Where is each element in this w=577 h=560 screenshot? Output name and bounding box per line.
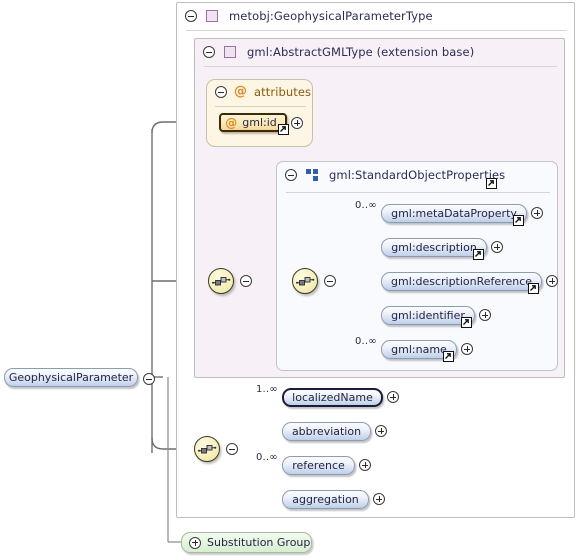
collapse-icon-outer[interactable] (185, 10, 197, 22)
group-box-label: gml:StandardObjectProperties (329, 168, 506, 182)
expand-icon-gml-id[interactable] (291, 117, 303, 129)
collapse-icon-base-sequence[interactable] (240, 275, 252, 287)
element-node[interactable]: reference (282, 455, 355, 475)
sequence-compositor-local[interactable] (194, 436, 220, 462)
element-node-geophysical-parameter[interactable]: GeophysicalParameter (4, 368, 138, 387)
attribute-at-icon: @ (234, 84, 247, 99)
element-node-label: gml:name (391, 342, 447, 356)
schema-diagram-canvas: metobj:GeophysicalParameterType gml:Abst… (0, 0, 577, 560)
element-node[interactable]: gml:metaDataProperty (381, 203, 527, 223)
expand-icon[interactable] (531, 207, 543, 219)
attribute-node-label: gml:id (242, 116, 277, 129)
sequence-compositor-standard-props[interactable] (292, 268, 318, 294)
element-node-label: gml:metaDataProperty (391, 206, 517, 220)
collapse-icon-standard-props-sequence[interactable] (324, 275, 336, 287)
extension-base-label: gml:AbstractGMLType (extension base) (247, 45, 475, 59)
element-node-label: gml:description (391, 240, 477, 254)
element-node[interactable]: gml:description (381, 237, 487, 257)
reference-arrow-icon[interactable] (473, 249, 484, 260)
attributes-header: @ attributes (207, 80, 314, 104)
element-node[interactable]: abbreviation (282, 421, 371, 441)
reference-arrow-icon[interactable] (528, 283, 539, 294)
element-node-label: aggregation (292, 492, 359, 506)
expand-icon[interactable] (491, 241, 503, 253)
reference-arrow-icon[interactable] (513, 215, 524, 226)
attribute-at-icon: @ (225, 115, 238, 130)
group-squares-icon (306, 169, 319, 181)
extension-base-header: gml:AbstractGMLType (extension base) (195, 39, 566, 65)
type-square-icon (206, 10, 218, 22)
cardinality-label: 0..∞ (354, 336, 377, 347)
collapse-icon-standard-object-properties[interactable] (285, 169, 297, 181)
header-divider (286, 192, 550, 193)
reference-arrow-icon[interactable] (443, 351, 454, 362)
type-box-header: metobj:GeophysicalParameterType (177, 3, 576, 29)
header-divider (186, 30, 567, 31)
type-box-label: metobj:GeophysicalParameterType (229, 9, 433, 23)
element-node[interactable]: localizedName (282, 387, 383, 407)
element-node[interactable]: aggregation (282, 489, 369, 509)
expand-icon[interactable] (387, 391, 399, 403)
element-node-label: GeophysicalParameter (8, 371, 134, 384)
expand-icon[interactable] (373, 493, 385, 505)
attribute-node-gml-id[interactable]: @ gml:id (219, 113, 287, 132)
header-divider (204, 66, 557, 67)
reference-arrow-icon[interactable] (278, 124, 289, 135)
element-node-label: gml:identifier (391, 308, 465, 322)
collapse-icon-attributes[interactable] (215, 86, 227, 98)
attributes-label: attributes (254, 85, 312, 99)
expand-icon[interactable] (461, 343, 473, 355)
reference-arrow-icon[interactable] (461, 317, 472, 328)
expand-icon[interactable] (375, 425, 387, 437)
sequence-compositor-base[interactable] (208, 268, 234, 294)
element-node[interactable]: gml:descriptionReference (381, 271, 542, 291)
expand-icon[interactable] (359, 459, 371, 471)
substitution-group-box[interactable]: Substitution Group (181, 532, 312, 553)
collapse-icon-root-element[interactable] (143, 373, 155, 385)
element-node-label: localizedName (292, 390, 373, 404)
header-divider (215, 106, 306, 107)
cardinality-label: 0..∞ (354, 200, 377, 211)
substitution-group-label: Substitution Group (207, 536, 311, 549)
element-node-label: gml:descriptionReference (391, 274, 533, 288)
element-node-label: reference (292, 458, 345, 472)
type-square-icon (224, 46, 236, 58)
expand-icon[interactable] (479, 309, 491, 321)
expand-icon-substitution-group[interactable] (189, 536, 201, 549)
cardinality-label: 1..∞ (255, 384, 278, 395)
cardinality-label: 0..∞ (255, 452, 278, 463)
expand-icon[interactable] (546, 275, 558, 287)
group-box-header: gml:StandardObjectProperties (277, 162, 559, 188)
element-node-label: abbreviation (291, 424, 362, 438)
collapse-icon-local-sequence[interactable] (226, 443, 238, 455)
reference-arrow-icon-group[interactable] (486, 178, 497, 189)
collapse-icon-extension-base[interactable] (203, 46, 215, 58)
